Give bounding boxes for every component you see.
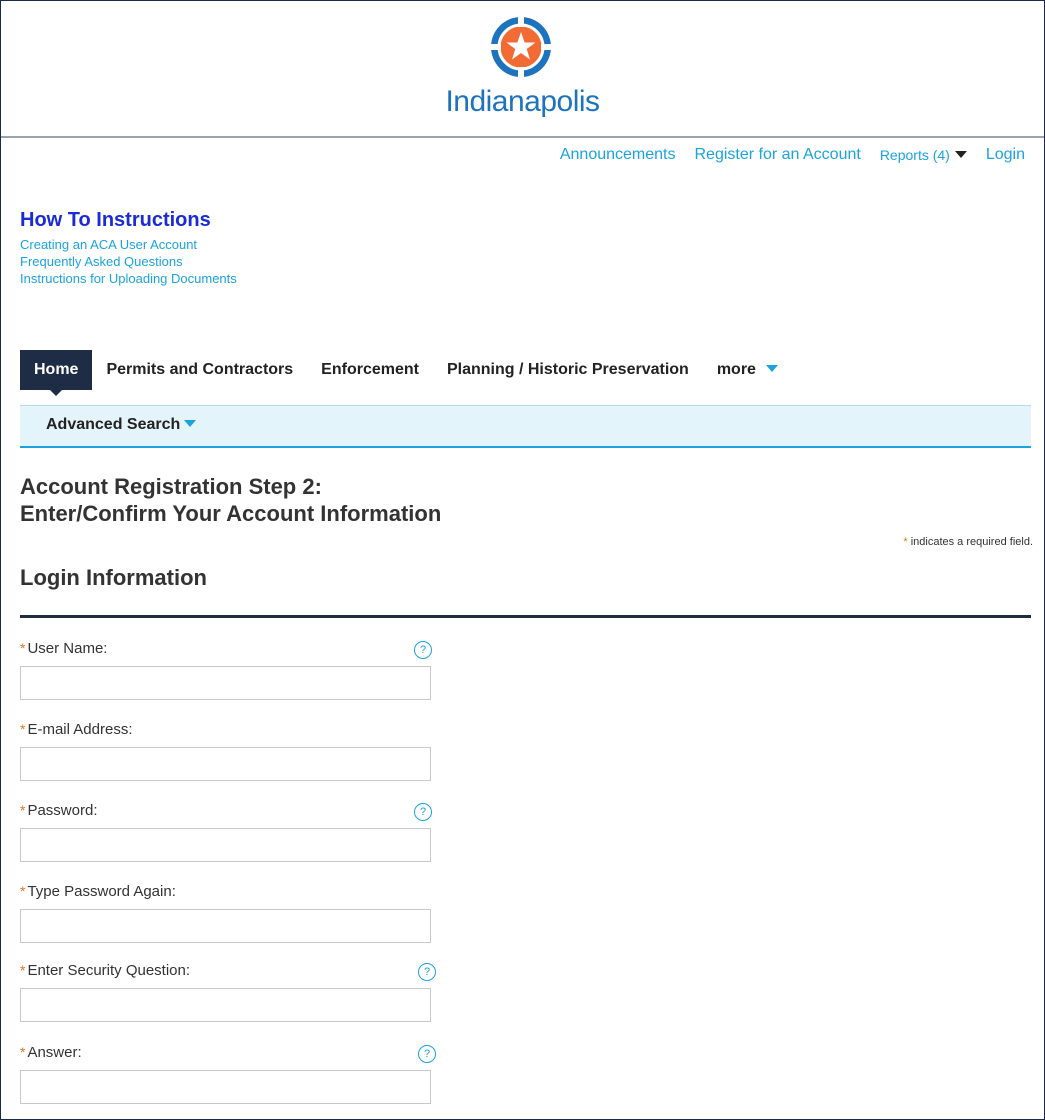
required-star: * (20, 962, 26, 978)
field-label-text: Type Password Again: (27, 883, 176, 900)
help-icon[interactable]: ? (418, 1045, 436, 1063)
page-frame (0, 0, 1045, 1120)
user-name-input[interactable] (20, 666, 431, 700)
field-label-text: Password: (27, 802, 98, 819)
announcements-link[interactable]: Announcements (560, 146, 676, 164)
top-links: Announcements Register for an Account Re… (541, 146, 1025, 164)
page-title-line2: Enter/Confirm Your Account Information (20, 501, 442, 526)
how-to-link-uploading[interactable]: Instructions for Uploading Documents (20, 270, 237, 287)
required-star: * (20, 802, 26, 818)
help-icon[interactable]: ? (414, 803, 432, 821)
required-star: * (903, 536, 908, 548)
required-note-text: indicates a required field. (910, 536, 1033, 548)
caret-down-icon (184, 420, 197, 427)
caret-down-icon (765, 365, 778, 372)
required-star: * (20, 640, 26, 656)
field-security-question: * Enter Security Question: ? (20, 962, 440, 1022)
field-label: * Type Password Again: (20, 883, 440, 903)
section-title: Login Information (20, 565, 207, 590)
register-link[interactable]: Register for an Account (695, 146, 861, 164)
reports-label: Reports (4) (879, 147, 950, 163)
page-title: Account Registration Step 2: Enter/Confi… (20, 473, 441, 527)
nav-tab-enforcement[interactable]: Enforcement (307, 350, 433, 390)
field-label: * E-mail Address: (20, 721, 440, 741)
sub-nav: Advanced Search (20, 405, 1031, 448)
field-user-name: * User Name: ? (20, 640, 440, 700)
field-label: * Answer: (20, 1044, 440, 1064)
answer-input[interactable] (20, 1070, 431, 1104)
nav-tab-more[interactable]: more (703, 350, 792, 390)
how-to-link-faq[interactable]: Frequently Asked Questions (20, 253, 237, 270)
field-label-text: User Name: (27, 640, 108, 657)
required-star: * (20, 883, 26, 899)
city-name: Indianapolis (445, 85, 600, 118)
nav-tab-planning[interactable]: Planning / Historic Preservation (433, 350, 703, 390)
required-field-note: * indicates a required field. (903, 536, 1033, 548)
section-divider (20, 615, 1031, 618)
nav-tab-home[interactable]: Home (20, 350, 93, 396)
city-logo-icon[interactable] (489, 15, 553, 79)
required-star: * (20, 1044, 26, 1060)
field-label: * Password: (20, 802, 440, 822)
nav-more-label: more (716, 361, 756, 378)
security-question-input[interactable] (20, 988, 431, 1022)
login-link[interactable]: Login (986, 146, 1025, 164)
email-input[interactable] (20, 747, 431, 781)
header-divider (1, 136, 1044, 138)
field-label: * User Name: (20, 640, 440, 660)
field-answer: * Answer: ? (20, 1044, 440, 1104)
field-password: * Password: ? (20, 802, 440, 862)
nav-tab-permits[interactable]: Permits and Contractors (92, 350, 307, 390)
field-label-text: Enter Security Question: (27, 962, 191, 979)
help-icon[interactable]: ? (418, 963, 436, 981)
required-star: * (20, 721, 26, 737)
password-confirm-input[interactable] (20, 909, 431, 943)
field-label: * Enter Security Question: (20, 962, 440, 982)
help-icon[interactable]: ? (414, 641, 432, 659)
how-to-section: How To Instructions Creating an ACA User… (20, 209, 237, 287)
field-label-text: Answer: (27, 1044, 82, 1061)
main-nav: Home Permits and Contractors Enforcement… (20, 350, 792, 396)
page-title-line1: Account Registration Step 2: (20, 474, 322, 499)
advanced-search-label: Advanced Search (46, 416, 181, 433)
how-to-title: How To Instructions (20, 209, 211, 231)
advanced-search-menu[interactable]: Advanced Search (46, 416, 197, 434)
site-header: Indianapolis (1, 1, 1044, 136)
how-to-link-account[interactable]: Creating an ACA User Account (20, 236, 237, 253)
field-password-again: * Type Password Again: (20, 883, 440, 943)
reports-menu[interactable]: Reports (4) (880, 147, 967, 163)
field-label-text: E-mail Address: (27, 721, 133, 738)
field-email: * E-mail Address: (20, 721, 440, 781)
caret-down-icon (954, 151, 967, 158)
password-input[interactable] (20, 828, 431, 862)
